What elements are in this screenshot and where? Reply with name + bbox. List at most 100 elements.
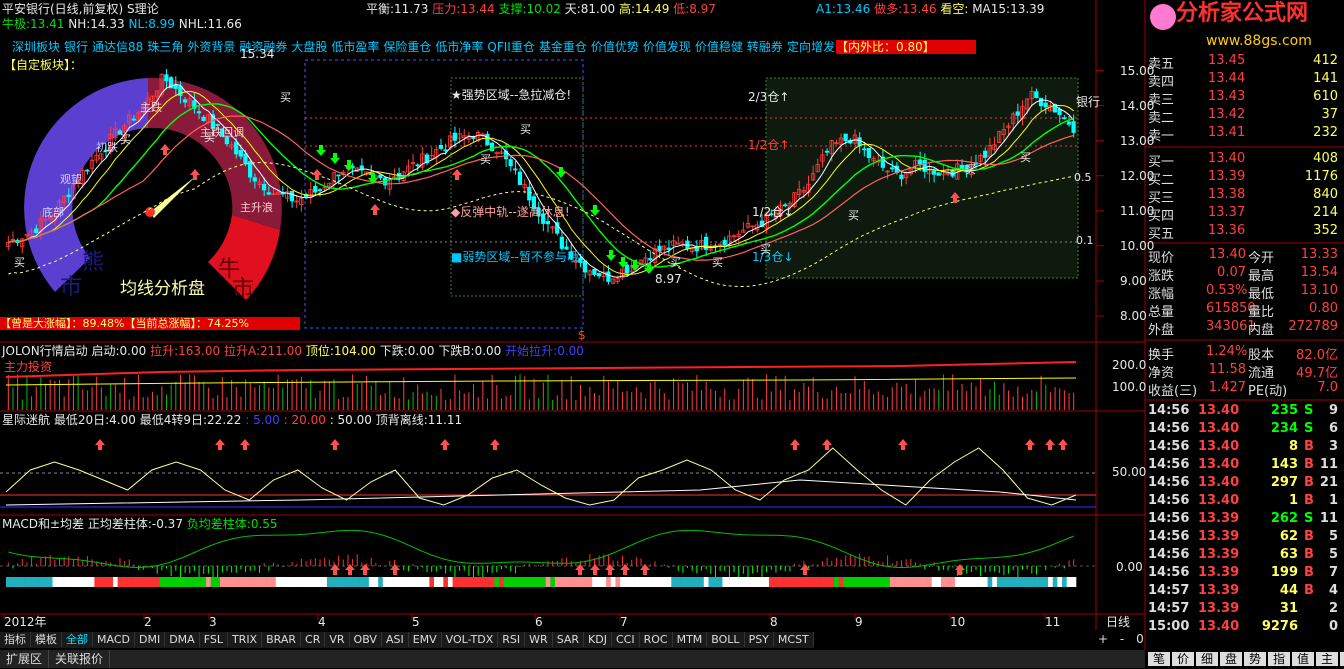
indicator-tab[interactable]: CR	[301, 632, 326, 647]
quote-tab[interactable]: 价	[1172, 652, 1194, 666]
sector-tag[interactable]: 银行	[64, 40, 88, 54]
indicator-tab[interactable]: RSI	[498, 632, 526, 647]
indicator-tab[interactable]: ASI	[382, 632, 409, 647]
period-label[interactable]: 日线	[1106, 615, 1130, 630]
trend-band-segment	[727, 577, 733, 587]
indicator-tab[interactable]: BOLL	[707, 632, 745, 647]
indicator-tab[interactable]: MTM	[673, 632, 708, 647]
quote-tab[interactable]: 筹	[1340, 652, 1344, 666]
indicator-tab[interactable]: CCI	[612, 632, 640, 647]
indicator-tab[interactable]: VR	[325, 632, 350, 647]
trend-band-segment	[838, 577, 844, 587]
quote-tab[interactable]: 指	[1268, 652, 1290, 666]
sector-tag[interactable]: 转融券	[747, 40, 783, 54]
indicator-tab[interactable]: TRIX	[228, 632, 263, 647]
trend-band-segment	[187, 577, 193, 587]
zoom-reset-button[interactable]: 0	[1136, 632, 1144, 646]
stat-v2: 272789	[1288, 319, 1338, 334]
sector-tag[interactable]: 低市盈率	[331, 40, 379, 54]
tick-p: 13.39	[1198, 583, 1240, 598]
quote-tab[interactable]: 值	[1292, 652, 1314, 666]
trend-band-segment	[313, 577, 318, 587]
candle-body	[443, 149, 448, 152]
candle-body	[1071, 121, 1076, 133]
candle-body	[508, 159, 513, 167]
book-volume: 1176	[1304, 169, 1338, 184]
header-stats-right: A1:13.46 做多:13.46 看空: MA15:13.39	[816, 2, 1045, 16]
sector-tag[interactable]: 保险重仓	[383, 40, 431, 54]
trend-band-segment	[66, 577, 72, 587]
tick-row: 14:56 13.39 63 B 5	[1146, 546, 1342, 564]
bottom-tab[interactable]: 扩展区	[0, 650, 50, 668]
indicator-tab[interactable]: 指标	[0, 632, 31, 647]
trend-band-segment	[945, 577, 951, 587]
trend-band-segment	[52, 577, 58, 587]
tick-row: 14:56 13.40 234 S 6	[1146, 420, 1342, 438]
sector-tag[interactable]: 珠三角	[147, 40, 183, 54]
quote-tab[interactable]: 主	[1316, 652, 1338, 666]
sector-tag[interactable]: 基金重仓	[539, 40, 587, 54]
bottom-tab[interactable]: 关联报价	[49, 650, 111, 668]
indicator-tab[interactable]: EMV	[409, 632, 442, 647]
indicator-tab[interactable]: MCST	[774, 632, 814, 647]
tick-t: 14:56	[1148, 421, 1190, 436]
candle-body	[378, 174, 383, 179]
candle-body	[252, 177, 257, 182]
indicator-tab[interactable]: WR	[525, 632, 553, 647]
quote-tab[interactable]: 细	[1196, 652, 1218, 666]
trend-band-segment	[1043, 577, 1049, 587]
trend-band-segment	[596, 577, 602, 587]
indicator-tab[interactable]: ROC	[640, 632, 673, 647]
indicator-tab[interactable]: DMA	[165, 632, 200, 647]
trend-band-segment	[787, 577, 793, 587]
trend-band-segment	[550, 577, 556, 587]
sector-tag[interactable]: 低市净率	[435, 40, 483, 54]
trend-band-segment	[903, 577, 909, 587]
indicator-tab[interactable]: SAR	[553, 632, 585, 647]
sector-tag[interactable]: QFII重仓	[487, 40, 534, 54]
trend-band-segment	[694, 577, 700, 587]
trend-band-segment	[122, 577, 128, 587]
trend-band-segment	[708, 577, 714, 587]
book-label: 卖一	[1148, 129, 1175, 144]
trend-band-segment	[1057, 577, 1063, 587]
zoom-out-button[interactable]: -	[1120, 632, 1124, 646]
tick-s: B	[1304, 457, 1314, 472]
book-price: 13.45	[1208, 53, 1246, 68]
candle-body	[34, 228, 39, 233]
sector-tag[interactable]: 价值稳健	[695, 40, 743, 54]
trend-band-segment	[671, 577, 677, 587]
sector-tag[interactable]: 大盘股	[291, 40, 327, 54]
gauge-bear-label-2: 市	[60, 275, 83, 300]
quote-tab[interactable]: 势	[1244, 652, 1266, 666]
indicator-tab[interactable]: DMI	[135, 632, 166, 647]
candle-body	[261, 183, 267, 191]
sector-tag[interactable]: 外资背景	[187, 40, 235, 54]
trend-band-segment	[950, 577, 956, 587]
sector-tag[interactable]: 通达信88	[92, 40, 143, 54]
sector-tag[interactable]: 价值发现	[643, 40, 691, 54]
trend-band-segment	[499, 577, 505, 587]
indicator-tab[interactable]: OBV	[350, 632, 382, 647]
trend-band-segment	[680, 577, 686, 587]
indicator-tab[interactable]: FSL	[200, 632, 228, 647]
candle-body	[201, 116, 206, 122]
indicator-tab[interactable]: VOL-TDX	[442, 632, 499, 647]
trend-band-segment	[852, 577, 858, 587]
sector-tag[interactable]: 定向增发	[787, 40, 835, 54]
trend-band-segment	[601, 577, 607, 587]
indicator-tab[interactable]: KDJ	[584, 632, 612, 647]
sector-tag[interactable]: 深圳板块	[12, 40, 60, 54]
quote-tab[interactable]: 笔	[1148, 652, 1170, 666]
sector-tag[interactable]: 价值优势	[591, 40, 639, 54]
trend-band-segment	[33, 577, 39, 587]
indicator-tab[interactable]: 模板	[31, 632, 62, 647]
quote-tab[interactable]: 盘	[1220, 652, 1242, 666]
indicator-tab[interactable]: 全部	[62, 632, 93, 647]
indicator-tab[interactable]: BRAR	[262, 632, 302, 647]
indicator-tab[interactable]: PSY	[745, 632, 774, 647]
zoom-in-button[interactable]: +	[1098, 632, 1108, 646]
trend-band-segment	[108, 577, 114, 587]
trend-band-segment	[657, 577, 663, 587]
indicator-tab[interactable]: MACD	[93, 632, 135, 647]
